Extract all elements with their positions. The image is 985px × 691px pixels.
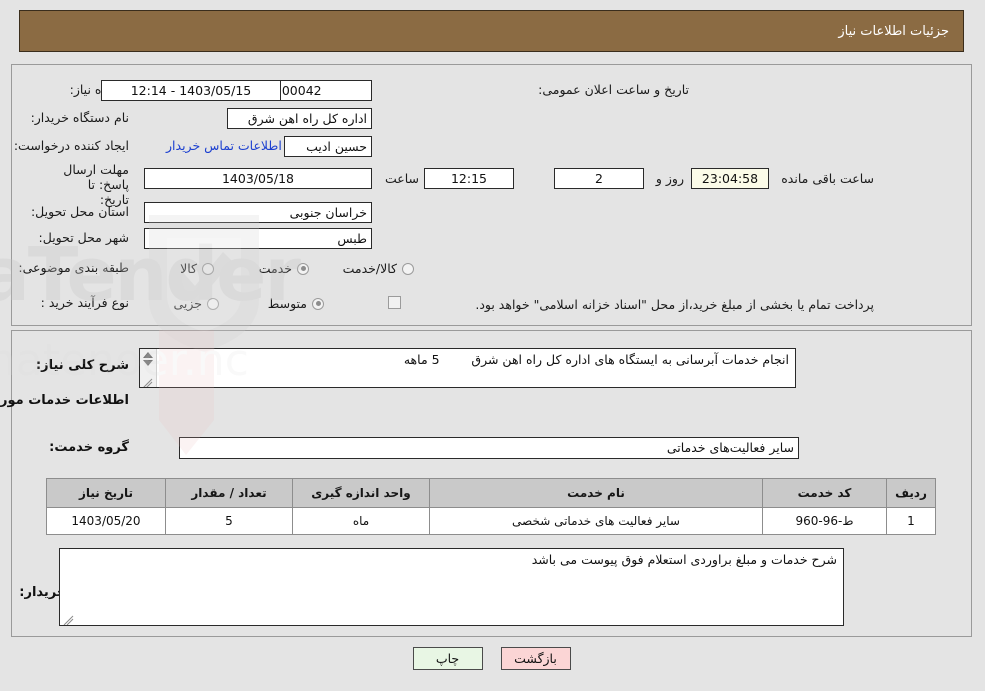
- purchase-process-label: نوع فرآیند خرید :: [41, 295, 130, 310]
- radio-circle-icon[interactable]: [203, 262, 215, 275]
- classification-label: طبقه بندی موضوعی:: [19, 260, 130, 275]
- cell-unit: ماه: [293, 507, 431, 535]
- treasury-bonds-checkbox-label: پرداخت تمام یا بخشی از مبلغ خرید،از محل …: [476, 297, 875, 312]
- table-header-row: ردیف کد خدمت نام خدمت واحد اندازه گیری ت…: [47, 478, 937, 508]
- announce-datetime-value: 1403/05/15 - 12:14: [102, 80, 282, 101]
- cell-qty: 5: [166, 507, 294, 535]
- purchase-process-radio-jozii[interactable]: جزیی: [174, 296, 220, 311]
- classification-radio-khedmat[interactable]: خدمت: [260, 261, 310, 276]
- radio-circle-icon[interactable]: [313, 297, 325, 310]
- remaining-days-label: روز و: [656, 171, 685, 186]
- deadline-label: مهلت ارسال پاسخ: تا تاریخ:: [64, 162, 130, 207]
- col-header-unit: واحد اندازه گیری: [293, 478, 431, 508]
- province-value: خراسان جنوبی: [145, 202, 373, 223]
- print-button[interactable]: چاپ: [413, 647, 484, 670]
- cell-code: ط-96-960: [763, 507, 888, 535]
- page-header: جزئیات اطلاعات نیاز: [20, 10, 965, 52]
- buyer-org-value: اداره کل راه اهن شرق: [228, 108, 373, 129]
- resize-grip-icon[interactable]: [143, 374, 154, 387]
- radio-circle-icon[interactable]: [403, 262, 415, 275]
- col-header-row: ردیف: [887, 478, 937, 508]
- deadline-hour-label: ساعت: [385, 171, 420, 186]
- province-label: استان محل تحویل:: [31, 204, 130, 219]
- back-button[interactable]: بازگشت: [501, 647, 572, 670]
- cell-need-date: 1403/05/20: [47, 507, 167, 535]
- classification-radio-kala[interactable]: کالا: [181, 261, 215, 276]
- col-header-name: نام خدمت: [430, 478, 764, 508]
- service-group-label: گروه خدمت:: [50, 440, 130, 455]
- page-title: جزئیات اطلاعات نیاز: [839, 23, 950, 39]
- city-label: شهر محل تحویل:: [39, 230, 130, 245]
- summary-textarea[interactable]: انجام خدمات آبرسانی به ایستگاه های اداره…: [140, 348, 797, 388]
- remaining-time-label: ساعت باقی مانده: [782, 171, 875, 186]
- remaining-days-value: 2: [555, 168, 645, 189]
- col-header-code: کد خدمت: [763, 478, 888, 508]
- creator-label: ایجاد کننده درخواست:: [14, 138, 130, 153]
- buyer-org-label: نام دستگاه خریدار:: [31, 110, 130, 125]
- buyer-org-label-wrap: نام دستگاه خریدار:: [32, 110, 130, 125]
- remaining-time-value: 23:04:58: [692, 168, 770, 189]
- col-header-qty: تعداد / مقدار: [166, 478, 294, 508]
- summary-textarea-scrollbar[interactable]: [141, 349, 158, 387]
- deadline-hour-value: 12:15: [425, 168, 515, 189]
- need-info-panel: [12, 64, 973, 326]
- table-row: 1 ط-96-960 سایر فعالیت های خدماتی شخصی م…: [47, 507, 937, 535]
- scroll-up-icon[interactable]: [143, 352, 155, 359]
- purchase-process-radio-motavaset[interactable]: متوسط: [269, 296, 325, 311]
- resize-grip-icon[interactable]: [64, 611, 75, 625]
- col-header-need-date: تاریخ نیاز: [47, 478, 167, 508]
- buyer-notes-value: شرح خدمات و مبلغ براوردی استعلام فوق پیو…: [532, 552, 838, 567]
- purchase-process-option-label: متوسط: [268, 296, 308, 311]
- province-label-wrap: استان محل تحویل:: [32, 204, 130, 219]
- summary-textarea-value: انجام خدمات آبرسانی به ایستگاه های اداره…: [404, 352, 790, 367]
- buyer-contact-link[interactable]: اطلاعات تماس خریدار: [167, 138, 283, 153]
- buyer-notes-textarea[interactable]: شرح خدمات و مبلغ براوردی استعلام فوق پیو…: [60, 548, 845, 626]
- services-table: ردیف کد خدمت نام خدمت واحد اندازه گیری ت…: [47, 478, 937, 535]
- purchase-process-option-label: جزیی: [174, 296, 203, 311]
- service-group-value: سایر فعالیت‌های خدماتی: [180, 437, 800, 459]
- classification-label-wrap: طبقه بندی موضوعی:: [19, 260, 130, 275]
- summary-label: شرح کلی نیاز:: [36, 358, 130, 373]
- cell-row: 1: [887, 507, 937, 535]
- radio-circle-icon[interactable]: [208, 297, 220, 310]
- classification-option-label: خدمت: [259, 261, 293, 276]
- purchase-process-label-wrap: نوع فرآیند خرید :: [42, 295, 130, 310]
- classification-option-label: کالا: [181, 261, 198, 276]
- deadline-date-value: 1403/05/18: [145, 168, 373, 189]
- classification-radio-kala-khedmat[interactable]: کالا/خدمت: [344, 261, 415, 276]
- footer-button-bar: بازگشت چاپ: [0, 647, 985, 670]
- city-label-wrap: شهر محل تحویل:: [40, 230, 130, 245]
- city-value: طبس: [145, 228, 373, 249]
- scroll-down-icon[interactable]: [143, 360, 155, 367]
- contact-link-wrap[interactable]: اطلاعات تماس خریدار: [167, 138, 283, 153]
- radio-circle-icon[interactable]: [298, 262, 310, 275]
- creator-value: حسین ادیب کارشناس مسئول تدارکات اداره کل…: [285, 136, 373, 157]
- treasury-bonds-checkbox[interactable]: [389, 296, 402, 309]
- announce-datetime-label: تاریخ و ساعت اعلان عمومی:: [539, 82, 690, 97]
- services-section-heading: اطلاعات خدمات مورد نیاز: [0, 393, 130, 408]
- cell-name: سایر فعالیت های خدماتی شخصی: [430, 507, 764, 535]
- creator-label-wrap: ایجاد کننده درخواست:: [15, 138, 130, 153]
- announce-label-wrap: تاریخ و ساعت اعلان عمومی:: [539, 82, 690, 97]
- classification-option-label: کالا/خدمت: [343, 261, 398, 276]
